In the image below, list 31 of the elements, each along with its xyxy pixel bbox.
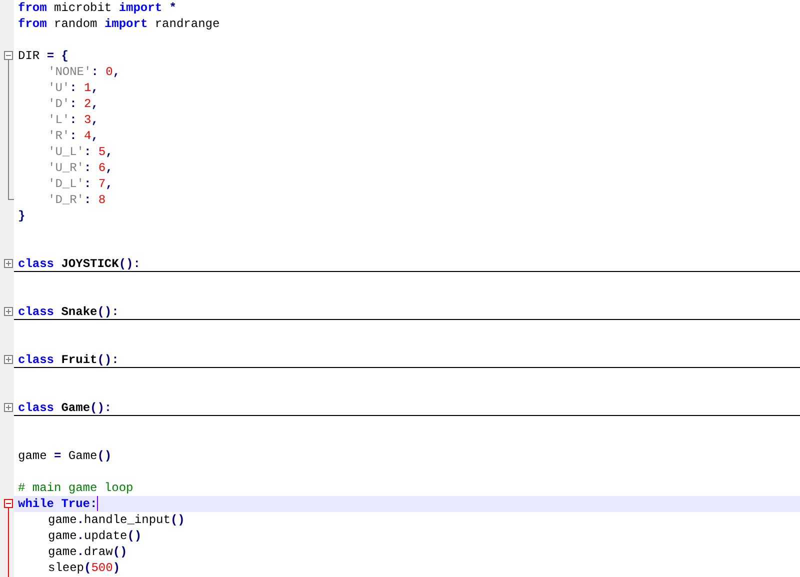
code-line: class Fruit(): bbox=[18, 352, 119, 368]
code-line: class JOYSTICK(): bbox=[18, 256, 140, 272]
code-comment: # main game loop bbox=[18, 480, 134, 496]
fold-plus-icon[interactable] bbox=[4, 355, 13, 364]
code-line: DIR = { bbox=[18, 48, 68, 64]
code-line: game.handle_input() bbox=[48, 512, 185, 528]
code-line: } bbox=[18, 208, 26, 224]
text-cursor bbox=[97, 496, 98, 511]
code-line: 'D': 2, bbox=[48, 96, 98, 112]
code-line: 'NONE': 0, bbox=[48, 64, 120, 80]
code-line: 'U_R': 6, bbox=[48, 160, 113, 176]
code-line: sleep(500) bbox=[48, 560, 120, 576]
code-line: from microbit import * bbox=[18, 0, 176, 16]
code-line: 'U': 1, bbox=[48, 80, 98, 96]
code-line: 'D_R': 8 bbox=[48, 192, 106, 208]
code-line: 'D_L': 7, bbox=[48, 176, 113, 192]
code-line: game.draw() bbox=[48, 544, 128, 560]
code-line: game = Game() bbox=[18, 448, 112, 464]
fold-minus-icon[interactable] bbox=[4, 51, 13, 60]
code-line: class Snake(): bbox=[18, 304, 119, 320]
code-line: 'L': 3, bbox=[48, 112, 98, 128]
code-line: 'U_L': 5, bbox=[48, 144, 113, 160]
fold-minus-icon[interactable] bbox=[4, 499, 13, 508]
code-line: from random import randrange bbox=[18, 16, 220, 32]
fold-plus-icon[interactable] bbox=[4, 403, 13, 412]
code-line: game.update() bbox=[48, 528, 142, 544]
code-line: class Game(): bbox=[18, 400, 112, 416]
fold-plus-icon[interactable] bbox=[4, 259, 13, 268]
code-line: while True: bbox=[18, 496, 98, 512]
fold-plus-icon[interactable] bbox=[4, 307, 13, 316]
code-line: 'R': 4, bbox=[48, 128, 98, 144]
